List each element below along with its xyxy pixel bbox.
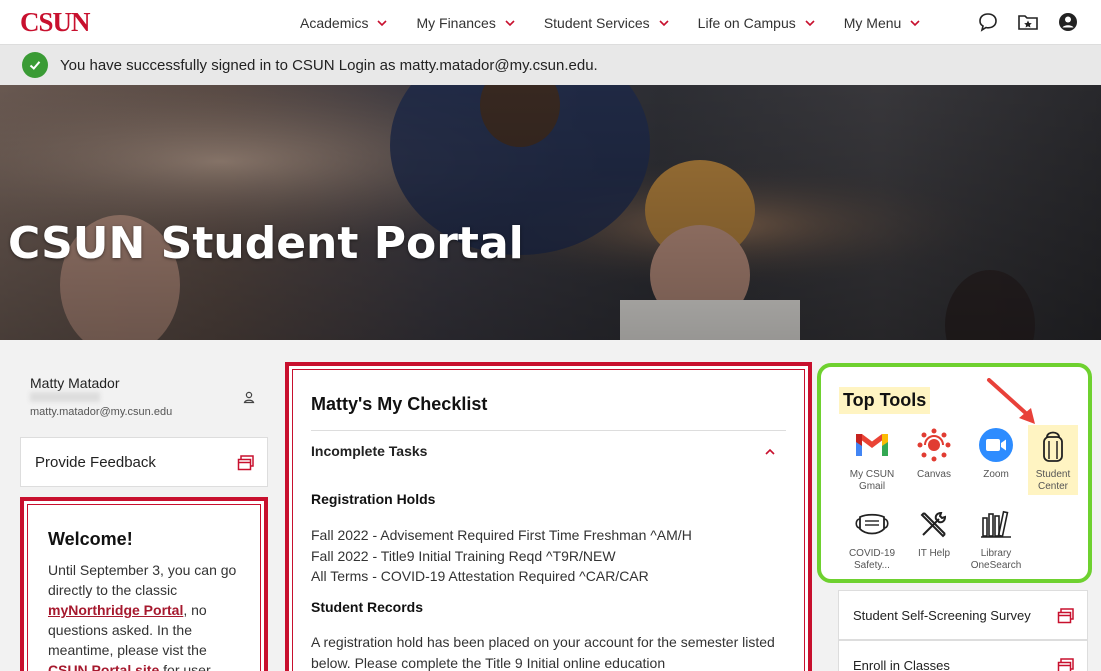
- nav-item-my-finances[interactable]: My Finances: [416, 15, 515, 31]
- tool-library-onesearch[interactable]: Library OneSearch: [965, 504, 1027, 572]
- chevron-down-icon: [505, 19, 515, 26]
- top-tools-card: Top Tools My CSUN Gmail Canvas Zoom Stud…: [817, 363, 1092, 583]
- nav-item-my-menu[interactable]: My Menu: [844, 15, 922, 31]
- tool-canvas[interactable]: Canvas: [903, 425, 965, 481]
- checklist-card-inner: Matty's My Checklist Incomplete Tasks Re…: [292, 369, 805, 671]
- external-window-icon: [237, 455, 254, 471]
- tool-covid-19-safety[interactable]: COVID-19 Safety...: [841, 504, 903, 572]
- welcome-text: Until September 3, you can go directly t…: [48, 560, 240, 671]
- records-text: A registration hold has been placed on y…: [311, 634, 775, 671]
- student-self-screening-survey-link[interactable]: Student Self-Screening Survey: [838, 590, 1088, 640]
- top-tools-title: Top Tools: [839, 387, 931, 414]
- hero-banner: CSUN Student Portal: [0, 85, 1101, 340]
- checklist-card: Matty's My Checklist Incomplete Tasks Re…: [285, 362, 812, 671]
- student-records-heading: Student Records: [311, 599, 424, 615]
- top-navigation-bar: CSUN Academics My Finances Student Servi…: [0, 0, 1101, 45]
- gmail-icon: [856, 434, 888, 456]
- enroll-in-classes-link[interactable]: Enroll in Classes: [838, 640, 1088, 671]
- mynorthridge-portal-link[interactable]: myNorthridge Portal: [48, 602, 183, 618]
- provide-feedback-link[interactable]: Provide Feedback: [20, 437, 268, 487]
- chevron-down-icon: [805, 19, 815, 26]
- check-circle-icon: [22, 52, 48, 78]
- library-icon: [981, 510, 1011, 538]
- tool-my-csun-gmail[interactable]: My CSUN Gmail: [841, 425, 903, 493]
- star-folder-icon[interactable]: [1017, 11, 1039, 33]
- person-icon[interactable]: [242, 390, 256, 404]
- login-success-banner: You have successfully signed in to CSUN …: [0, 45, 1101, 85]
- tools-icon: [920, 511, 947, 538]
- backpack-icon: [1043, 431, 1063, 462]
- annotation-arrow: [987, 378, 1035, 424]
- chevron-up-icon[interactable]: [764, 446, 776, 458]
- chevron-down-icon: [659, 19, 669, 26]
- tool-student-center[interactable]: Student Center: [1028, 425, 1078, 495]
- divider: [311, 430, 786, 431]
- tool-zoom[interactable]: Zoom: [965, 425, 1027, 481]
- chevron-down-icon: [377, 19, 388, 26]
- list-item: Fall 2022 - Advisement Required First Ti…: [311, 527, 692, 543]
- csun-portal-site-link[interactable]: CSUN Portal site: [48, 662, 159, 671]
- registration-holds-heading: Registration Holds: [311, 491, 436, 507]
- mask-icon: [855, 513, 889, 535]
- nav-item-student-services[interactable]: Student Services: [544, 15, 670, 31]
- zoom-icon: [979, 428, 1013, 462]
- checklist-title: Matty's My Checklist: [311, 394, 488, 414]
- user-account-icon[interactable]: [1057, 11, 1079, 33]
- profile-card: Matty Matador matty.matador@my.csun.edu: [20, 365, 268, 425]
- list-item: All Terms - COVID-19 Attestation Require…: [311, 568, 649, 584]
- holds-list: Fall 2022 - Advisement Required First Ti…: [311, 525, 692, 587]
- main-menu: Academics My Finances Student Services L…: [300, 0, 949, 45]
- welcome-heading: Welcome!: [48, 529, 133, 549]
- profile-name: Matty Matador: [30, 375, 120, 391]
- welcome-card-inner: Welcome! Until September 3, you can go d…: [27, 504, 261, 671]
- welcome-card: Welcome! Until September 3, you can go d…: [20, 497, 268, 671]
- incomplete-tasks-toggle[interactable]: Incomplete Tasks: [311, 443, 427, 459]
- nav-item-life-on-campus[interactable]: Life on Campus: [698, 15, 816, 31]
- canvas-icon: [917, 428, 951, 462]
- list-item: Fall 2022 - Title9 Initial Training Reqd…: [311, 547, 616, 564]
- nav-icon-group: [959, 11, 1079, 33]
- banner-text: You have successfully signed in to CSUN …: [60, 56, 598, 74]
- csun-logo[interactable]: CSUN: [20, 7, 91, 38]
- external-window-icon: [1057, 658, 1074, 671]
- chevron-down-icon: [910, 19, 920, 26]
- nav-item-academics[interactable]: Academics: [300, 15, 388, 31]
- blurred-detail: [30, 392, 100, 402]
- chat-icon[interactable]: [977, 11, 999, 33]
- external-window-icon: [1057, 608, 1074, 624]
- hero-overlay: [0, 85, 1101, 340]
- page-title: CSUN Student Portal: [8, 218, 524, 269]
- profile-email: matty.matador@my.csun.edu: [30, 406, 173, 418]
- tool-it-help[interactable]: IT Help: [903, 504, 965, 560]
